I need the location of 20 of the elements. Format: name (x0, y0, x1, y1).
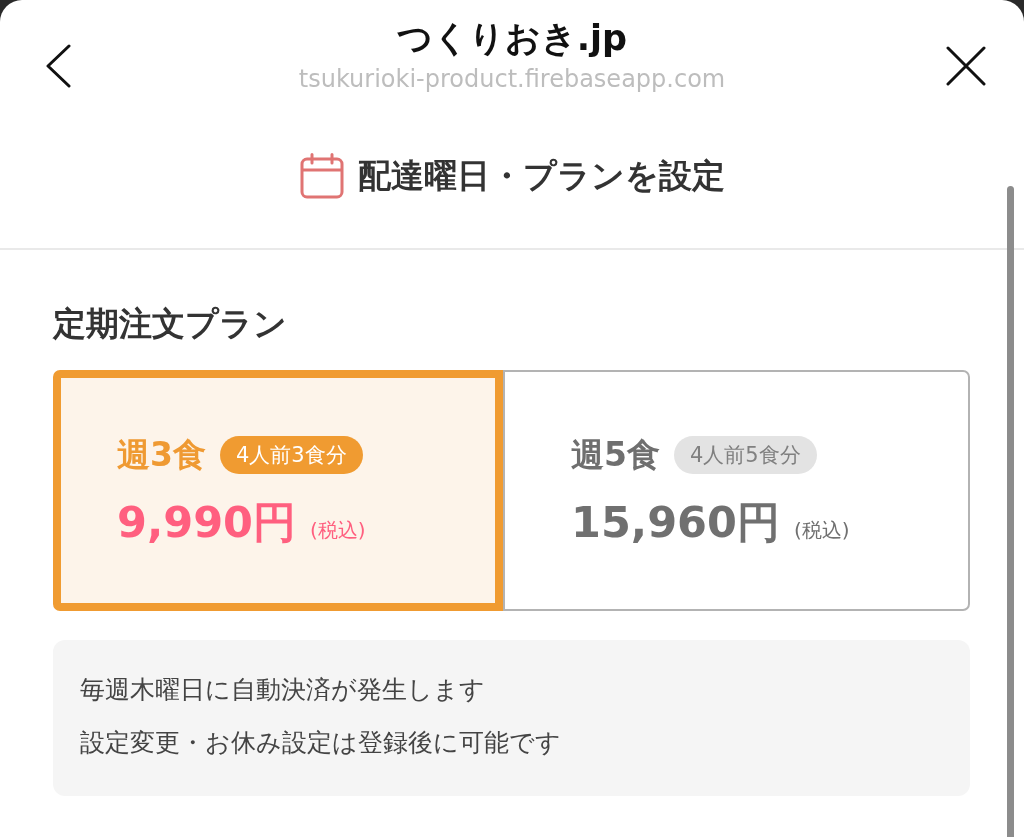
close-icon (946, 46, 986, 86)
plan-price: 9,990円 (117, 495, 296, 549)
page-title: つくりおき.jp (396, 17, 628, 60)
chevron-left-icon (44, 44, 72, 88)
plan-name: 週3食 (117, 433, 206, 476)
tax-note: (税込) (793, 516, 850, 544)
servings-badge: 4人前3食分 (219, 435, 363, 474)
tax-note: (税込) (310, 516, 366, 544)
site-url: tsukurioki-product.firebaseapp.com (298, 64, 726, 95)
close-button[interactable] (944, 44, 988, 88)
notice-text: 毎週木曜日に自動決済が発生します (80, 674, 486, 706)
notice-text: 設定変更・お休み設定は登録後に可能です (80, 727, 562, 759)
plan-price: 15,960円 (571, 495, 780, 549)
plan-option[interactable]: 週5食 4人前5食分 15,960円 (税込) (503, 370, 970, 611)
section-title: 配達曜日・プランを設定 (357, 154, 725, 197)
plan-option[interactable]: 週3食 4人前3食分 9,990円 (税込) (53, 370, 503, 611)
calendar-icon (299, 153, 344, 199)
plan-name: 週5食 (571, 433, 660, 476)
servings-badge: 4人前5食分 (673, 435, 817, 474)
plan-heading: 定期注文プラン (53, 303, 288, 345)
